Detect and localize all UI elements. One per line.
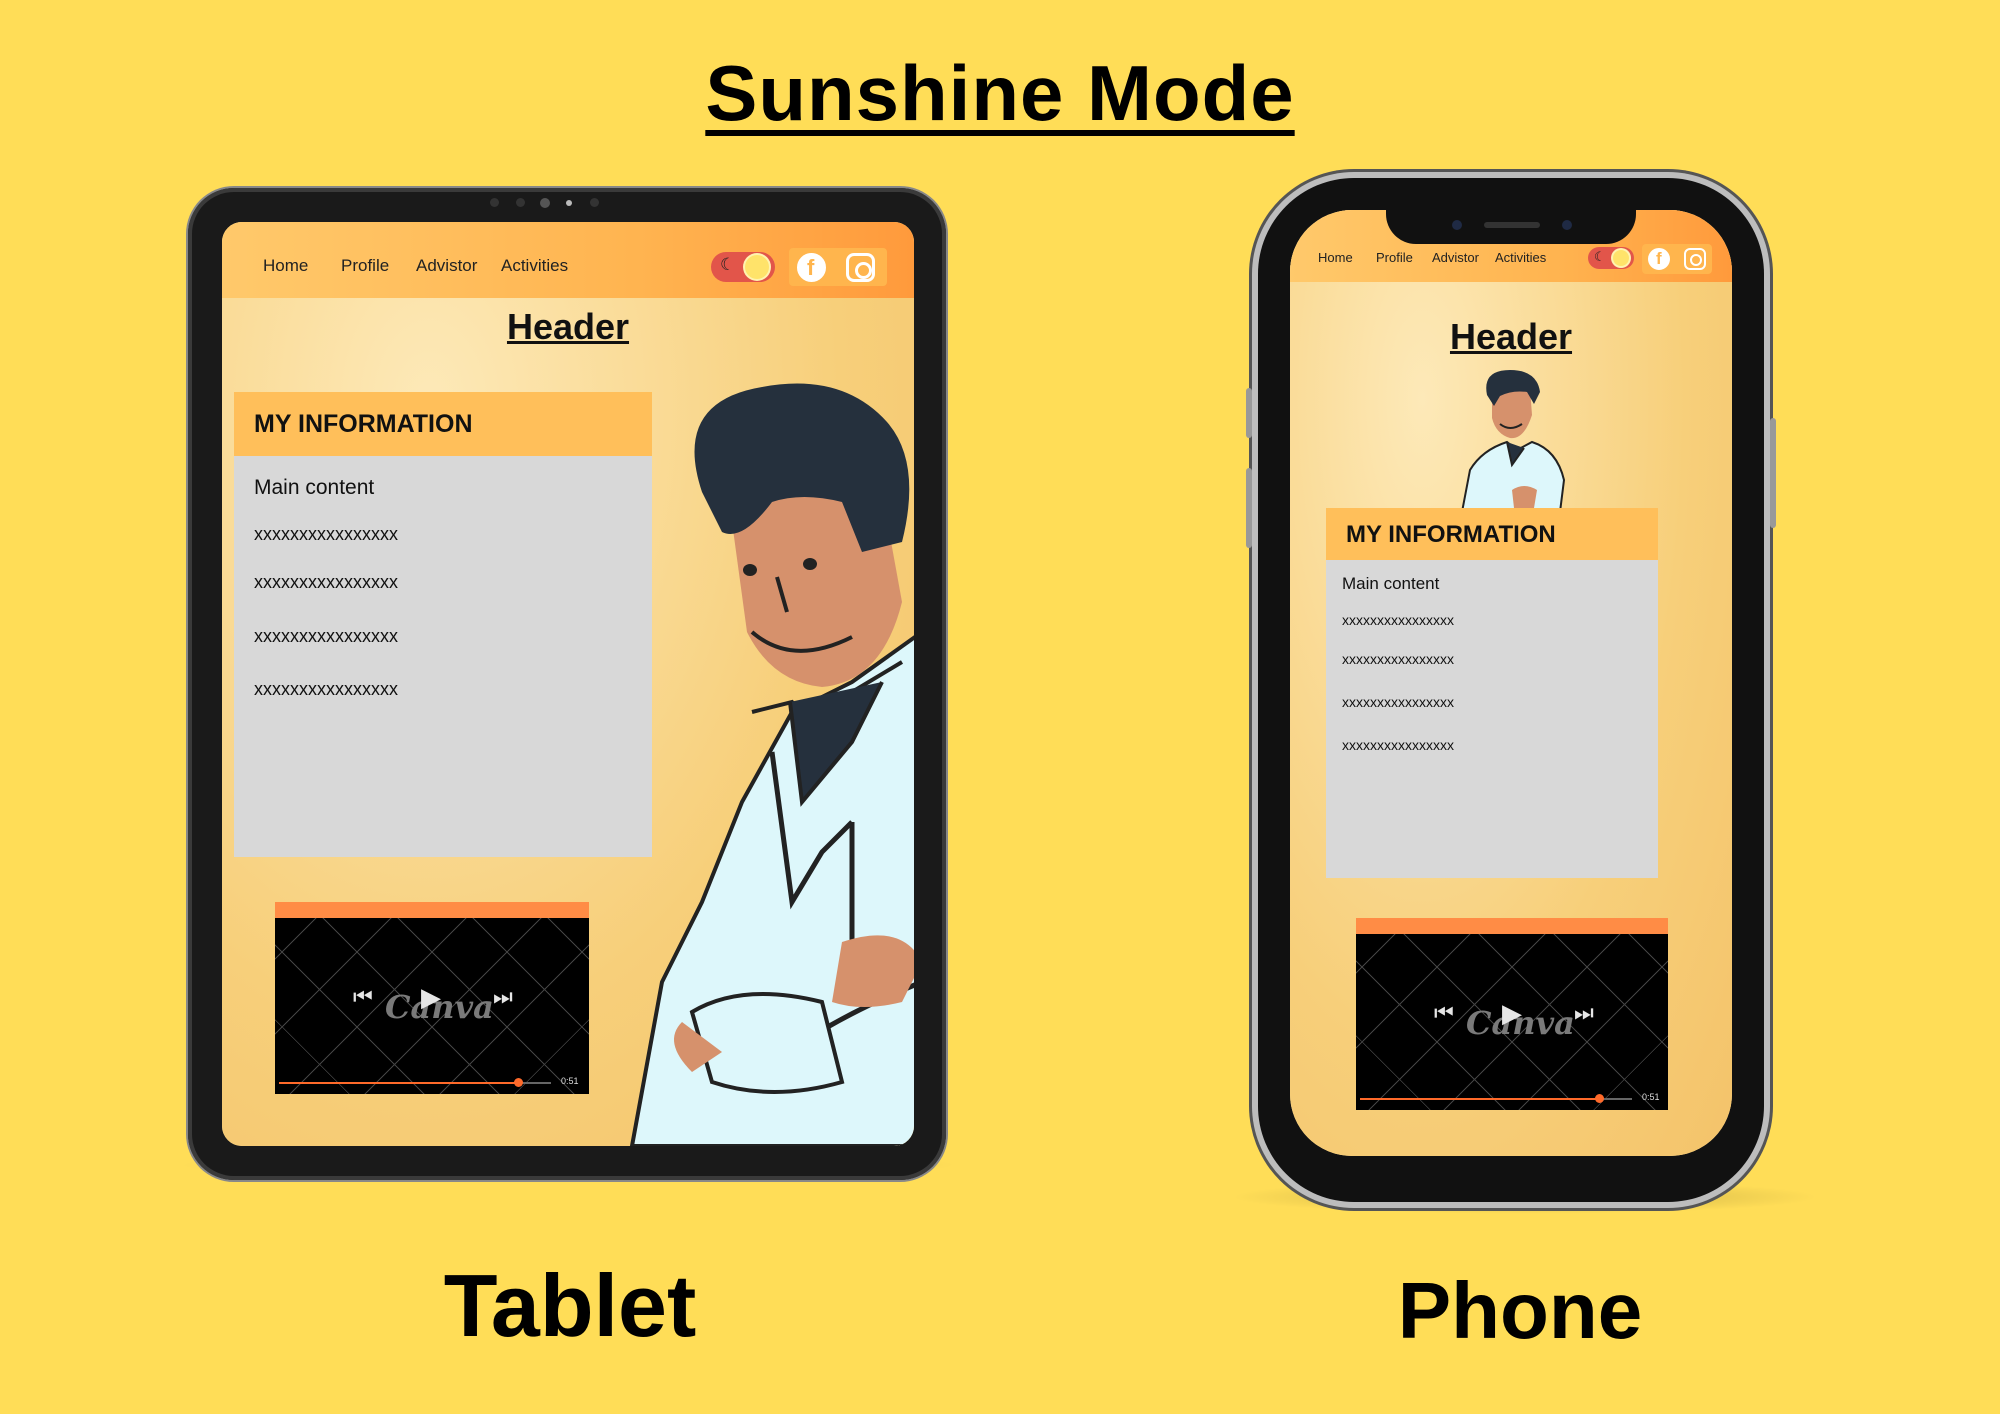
info-line: xxxxxxxxxxxxxxxx — [1342, 651, 1454, 667]
nav-profile[interactable]: Profile — [1376, 250, 1413, 265]
video-progress-fill — [1360, 1098, 1600, 1100]
video-time: 0:51 — [1642, 1092, 1660, 1102]
nav-advistor[interactable]: Advistor — [1432, 250, 1479, 265]
navbar: Home Profile Advistor Activities ☾ f — [222, 222, 914, 298]
sun-icon — [745, 255, 769, 279]
moon-icon: ☾ — [1594, 249, 1606, 264]
instagram-icon[interactable] — [1684, 248, 1706, 270]
video-header-bar — [1356, 918, 1668, 934]
facebook-icon[interactable]: f — [1648, 248, 1670, 270]
nav-profile[interactable]: Profile — [341, 256, 389, 276]
phone-side-button — [1246, 388, 1252, 438]
nav-activities[interactable]: Activities — [1495, 250, 1546, 265]
header-title: Header — [506, 306, 630, 347]
previous-icon[interactable]: ⏮ — [353, 984, 373, 1010]
nav-home[interactable]: Home — [263, 256, 308, 276]
info-panel-header: MY INFORMATION — [234, 392, 652, 456]
main-content-label: Main content — [1342, 574, 1440, 593]
facebook-icon[interactable]: f — [797, 253, 826, 282]
info-line: xxxxxxxxxxxxxxxx — [254, 626, 398, 646]
theme-toggle[interactable]: ☾ — [1588, 247, 1634, 269]
nav-home[interactable]: Home — [1318, 250, 1353, 265]
social-links: f — [789, 248, 887, 286]
info-title: MY INFORMATION — [1346, 521, 1556, 548]
play-icon[interactable]: ▶ — [1502, 998, 1522, 1029]
social-links: f — [1642, 244, 1712, 274]
info-line: xxxxxxxxxxxxxxxx — [1342, 694, 1454, 710]
instagram-icon[interactable] — [846, 253, 875, 282]
info-line: xxxxxxxxxxxxxxxx — [254, 679, 398, 699]
main-content-label: Main content — [254, 476, 375, 499]
next-icon[interactable]: ⏭ — [1574, 1000, 1594, 1026]
next-icon[interactable]: ⏭ — [493, 984, 513, 1010]
nav-advistor[interactable]: Advistor — [416, 256, 477, 276]
video-progress[interactable] — [279, 1078, 551, 1087]
phone-label: Phone — [1397, 1266, 1643, 1355]
theme-toggle[interactable]: ☾ — [711, 252, 775, 282]
video-player[interactable]: Canva ⏮ ▶ ⏭ 0:51 — [1356, 918, 1668, 1110]
info-line: xxxxxxxxxxxxxxxx — [254, 524, 398, 544]
header-title: Header — [1449, 316, 1573, 357]
video-time: 0:51 — [561, 1076, 579, 1086]
sun-icon — [1613, 250, 1629, 266]
phone-notch — [1386, 206, 1636, 244]
page-title: Sunshine Mode — [705, 49, 1295, 137]
moon-icon: ☾ — [720, 255, 736, 274]
phone-side-button — [1246, 468, 1252, 548]
video-header-bar — [275, 902, 589, 918]
info-panel-header: MY INFORMATION — [1326, 508, 1658, 560]
info-line: xxxxxxxxxxxxxxxx — [254, 572, 398, 592]
play-icon[interactable]: ▶ — [421, 982, 441, 1013]
phone-side-button — [1770, 418, 1776, 528]
video-player[interactable]: Canva ⏮ ▶ ⏭ 0:51 — [275, 902, 589, 1094]
info-line: xxxxxxxxxxxxxxxx — [1342, 612, 1454, 628]
video-progress-fill — [279, 1082, 519, 1084]
tablet-screen: Home Profile Advistor Activities ☾ f Hea… — [222, 222, 914, 1146]
video-progress[interactable] — [1360, 1094, 1632, 1103]
doctor-illustration — [1460, 370, 1566, 512]
nav-activities[interactable]: Activities — [501, 256, 568, 276]
previous-icon[interactable]: ⏮ — [1434, 1000, 1454, 1026]
info-panel: MY INFORMATION Main content xxxxxxxxxxxx… — [234, 392, 652, 857]
info-line: xxxxxxxxxxxxxxxx — [1342, 737, 1454, 753]
tablet-camera — [490, 198, 600, 208]
info-title: MY INFORMATION — [254, 410, 473, 438]
info-panel: MY INFORMATION Main content xxxxxxxxxxxx… — [1326, 508, 1658, 878]
tablet-label: Tablet — [443, 1256, 697, 1355]
phone-screen: Home Profile Advistor Activities ☾ f Hea… — [1290, 210, 1732, 1156]
